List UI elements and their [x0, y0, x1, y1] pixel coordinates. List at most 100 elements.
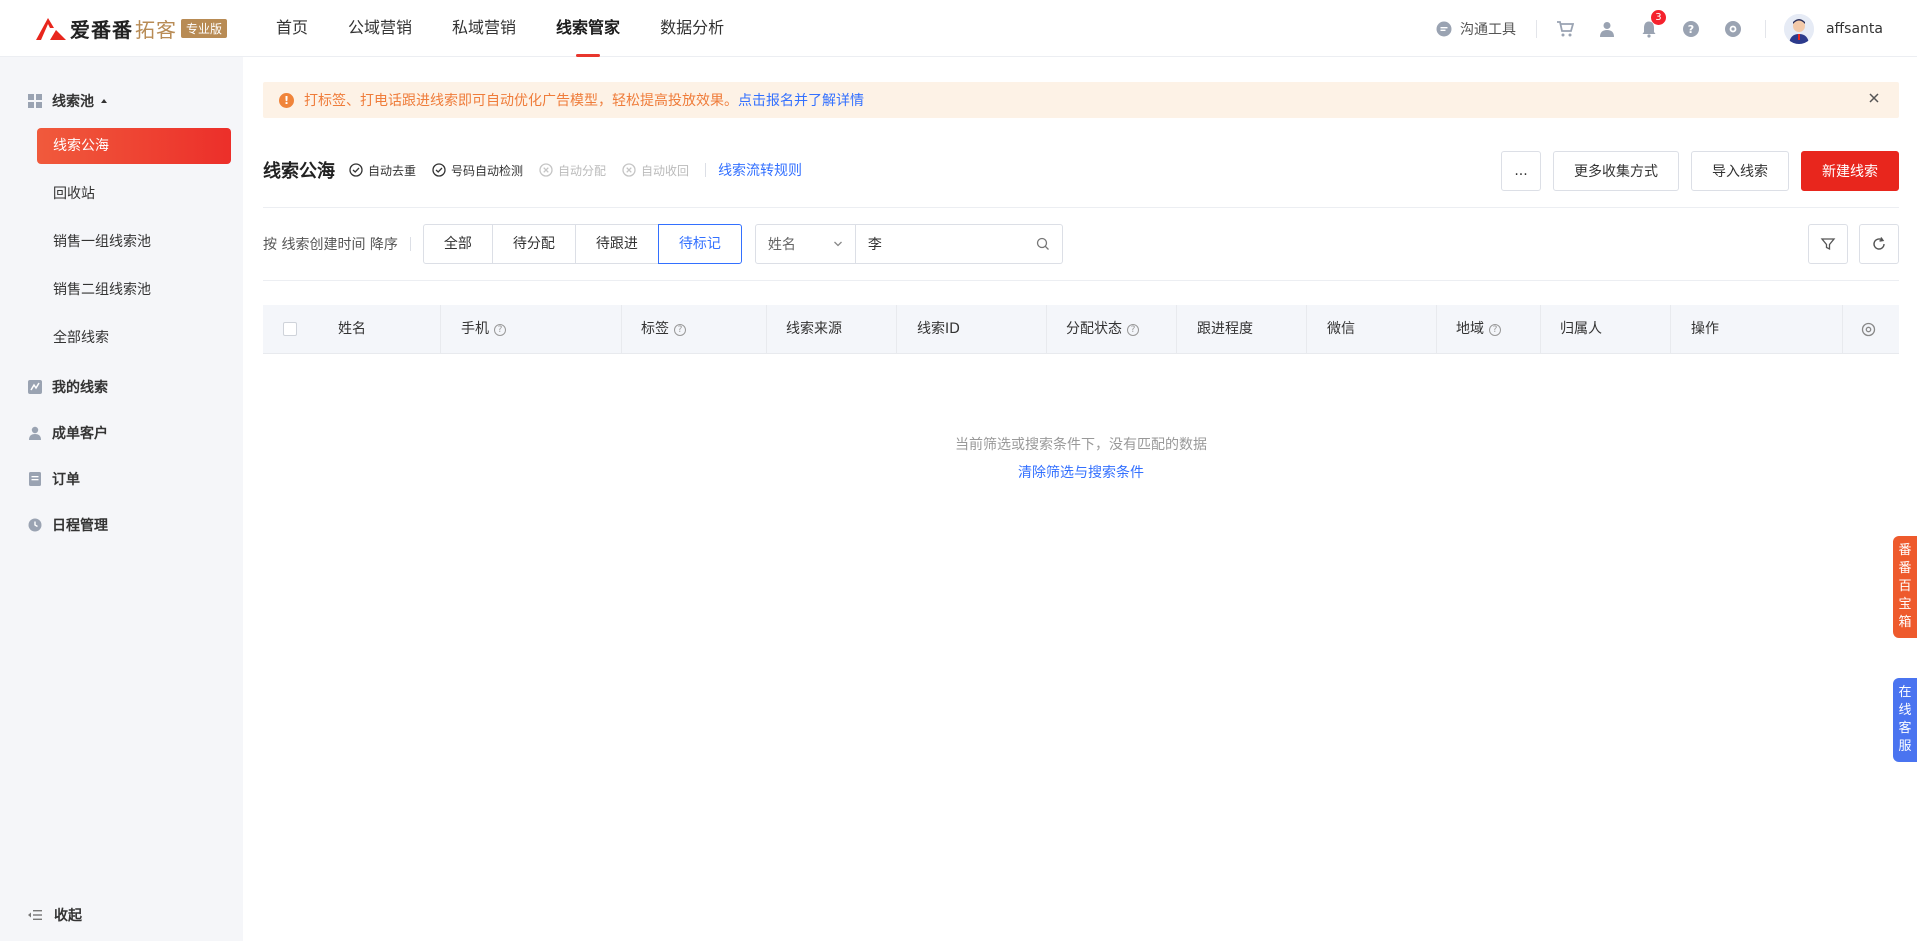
- flag-label: 自动收回: [641, 163, 690, 178]
- sidebar-item-sales-group-2[interactable]: 销售二组线索池: [37, 272, 231, 308]
- col-divider: [896, 305, 897, 354]
- comm-tool-button[interactable]: 沟通工具: [1436, 19, 1516, 39]
- bell-icon[interactable]: 3: [1639, 9, 1666, 39]
- tab-pending-mark[interactable]: 待标记: [657, 224, 742, 264]
- clear-filters-link-text[interactable]: 清除筛选与搜索条件: [1018, 465, 1144, 481]
- username[interactable]: affsanta: [1826, 21, 1883, 37]
- search-value: 李: [867, 237, 882, 253]
- col-owner: 归属人: [1560, 321, 1602, 337]
- sidebar-group-label: 线索池: [52, 94, 94, 110]
- nav-private-marketing[interactable]: 私域营销: [452, 0, 516, 57]
- help-icon[interactable]: ?: [1681, 19, 1701, 39]
- logo-sub: 拓客: [135, 17, 177, 42]
- logo-text: 爱番番: [70, 17, 133, 42]
- comm-tool-label: 沟通工具: [1459, 21, 1516, 38]
- check-circle-icon: [349, 163, 363, 177]
- help-circle-icon[interactable]: ?: [1127, 323, 1139, 336]
- avatar[interactable]: [1783, 13, 1814, 44]
- filter-button[interactable]: [1808, 224, 1848, 264]
- col-lead-id: 线索ID: [917, 321, 960, 337]
- help-circle-icon[interactable]: ?: [494, 323, 506, 336]
- search-field-value: 姓名: [767, 237, 796, 253]
- col-phone: 手机?: [461, 305, 506, 354]
- person-icon: [29, 426, 41, 440]
- sort-divider: [409, 237, 411, 251]
- sidebar-item-all-leads[interactable]: 全部线索: [37, 320, 231, 356]
- sidebar-group-lead-pool[interactable]: 线索池: [28, 91, 109, 111]
- sidebar-item-my-leads[interactable]: 我的线索: [28, 377, 108, 397]
- svg-text:?: ?: [1688, 23, 1694, 36]
- logo-icon: [36, 18, 66, 40]
- more-button[interactable]: ...: [1501, 151, 1541, 191]
- sidebar-item-sales-group-1[interactable]: 销售一组线索池: [37, 224, 231, 260]
- document-icon: [29, 472, 41, 486]
- settings-icon[interactable]: [1723, 19, 1743, 39]
- clear-filters-link: 清除筛选与搜索条件: [263, 462, 1899, 482]
- refresh-button[interactable]: [1859, 224, 1899, 264]
- new-lead-button[interactable]: 新建线索: [1801, 151, 1899, 191]
- nav-data-analysis[interactable]: 数据分析: [660, 0, 724, 57]
- warning-icon: !: [279, 92, 294, 108]
- col-follow-level: 跟进程度: [1197, 321, 1253, 337]
- sidebar-item-customers[interactable]: 成单客户: [28, 423, 108, 443]
- chart-icon: [28, 380, 42, 394]
- tab-all[interactable]: 全部: [422, 224, 493, 264]
- flag-divider: [705, 163, 707, 177]
- col-divider: [1046, 305, 1047, 354]
- import-leads-button[interactable]: 导入线索: [1691, 151, 1789, 191]
- flow-rule-link[interactable]: 线索流转规则: [718, 160, 802, 180]
- search-input[interactable]: 李: [855, 224, 1063, 264]
- cart-icon[interactable]: [1555, 19, 1575, 39]
- treasure-box-tab[interactable]: 番番百宝箱: [1893, 536, 1917, 638]
- sidebar-collapse-button[interactable]: 收起: [28, 905, 82, 925]
- top-actions: ... 更多收集方式 导入线索 新建线索: [1489, 151, 1899, 191]
- top-header: 爱番番 拓客 专业版 首页 公域营销 私域营销 线索管家 数据分析 沟通工具 3: [0, 0, 1917, 57]
- sidebar: 线索池 线索公海 回收站 销售一组线索池 销售二组线索池 全部线索 我的线索 成…: [0, 57, 243, 941]
- sidebar-item-recycle-bin[interactable]: 回收站: [37, 176, 231, 212]
- filter-icon: [1820, 238, 1836, 251]
- user-manage-icon[interactable]: [1597, 19, 1617, 39]
- sidebar-item-public-pool[interactable]: 线索公海: [37, 128, 231, 164]
- help-circle-icon[interactable]: ?: [674, 323, 686, 336]
- flag-label: 号码自动检测: [451, 163, 524, 178]
- nav-home[interactable]: 首页: [276, 0, 308, 57]
- search-icon[interactable]: [1036, 237, 1050, 251]
- col-divider: [1540, 305, 1541, 354]
- sidebar-item-label: 日程管理: [52, 518, 108, 534]
- empty-state-text: 当前筛选或搜索条件下，没有匹配的数据: [955, 437, 1207, 453]
- col-region: 地域?: [1456, 305, 1501, 354]
- online-service-tab[interactable]: 在线客服: [1893, 678, 1917, 762]
- sidebar-item-schedule[interactable]: 日程管理: [28, 515, 108, 535]
- tab-pending-follow[interactable]: 待跟进: [574, 224, 659, 264]
- close-icon[interactable]: [1867, 91, 1881, 105]
- chevron-down-icon: [833, 241, 842, 247]
- search-field-select[interactable]: 姓名: [754, 224, 856, 264]
- banner-link[interactable]: 点击报名并了解详情: [738, 90, 864, 110]
- nav-public-marketing[interactable]: 公域营销: [348, 0, 412, 57]
- header-divider-2: [1764, 19, 1766, 38]
- col-divider: [1670, 305, 1671, 354]
- collapse-label: 收起: [54, 908, 82, 924]
- flag-number-detect: 号码自动检测: [432, 162, 523, 179]
- nav-lead-manager[interactable]: 线索管家: [556, 0, 620, 57]
- tab-pending-assign[interactable]: 待分配: [491, 224, 576, 264]
- col-divider: [440, 305, 441, 354]
- caret-up-icon: [101, 99, 107, 103]
- brand-logo[interactable]: 爱番番 拓客 专业版: [34, 13, 228, 43]
- check-circle-icon: [432, 163, 446, 177]
- col-divider: [1436, 305, 1437, 354]
- header-divider: [1535, 19, 1537, 38]
- sort-selector[interactable]: 按 线索创建时间 降序: [263, 234, 398, 254]
- header-actions: 沟通工具 3 ? affsanta: [1436, 0, 1917, 57]
- col-source: 线索来源: [786, 321, 842, 337]
- column-settings-icon[interactable]: [1861, 322, 1876, 337]
- section-divider-2: [263, 280, 1899, 281]
- sidebar-item-label: 我的线索: [52, 380, 108, 396]
- sidebar-item-orders[interactable]: 订单: [28, 469, 80, 489]
- more-collect-button[interactable]: 更多收集方式: [1553, 151, 1679, 191]
- sidebar-item-label: 订单: [52, 472, 80, 488]
- help-circle-icon[interactable]: ?: [1489, 323, 1501, 336]
- refresh-icon: [1873, 237, 1885, 250]
- edition-badge: 专业版: [181, 18, 228, 38]
- select-all-checkbox[interactable]: [283, 322, 297, 336]
